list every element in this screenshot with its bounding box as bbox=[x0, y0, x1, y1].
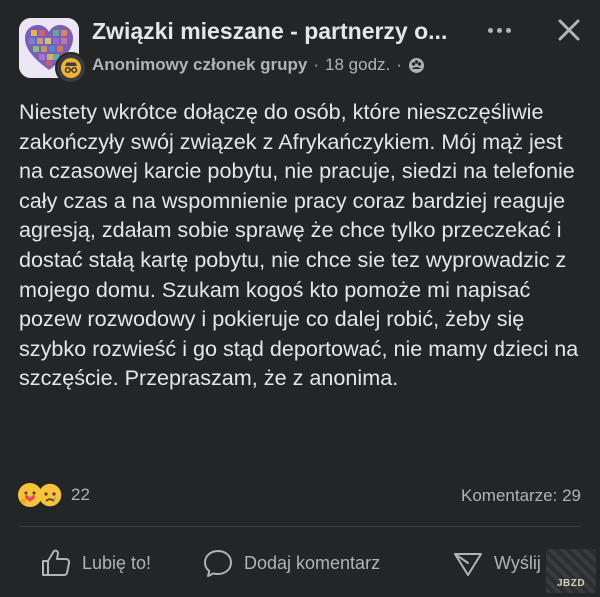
more-dot bbox=[487, 27, 493, 33]
watermark-text: JBZD bbox=[556, 578, 586, 589]
post-text: Niestety wkrótce dołączę do osób, które … bbox=[19, 99, 579, 391]
reactions-summary[interactable]: 22 bbox=[17, 482, 90, 508]
like-button[interactable]: Lubię to! bbox=[40, 548, 151, 578]
post-actions-bar: Lubię to! Dodaj komentarz Wyślij bbox=[0, 540, 600, 584]
close-button[interactable] bbox=[555, 16, 583, 44]
group-members-icon bbox=[408, 57, 425, 74]
author-name[interactable]: Anonimowy członek grupy bbox=[92, 55, 307, 75]
comment-label: Dodaj komentarz bbox=[244, 552, 381, 573]
post-meta: Anonimowy członek grupy · 18 godz. · bbox=[92, 55, 425, 75]
share-button[interactable]: Wyślij bbox=[452, 548, 541, 578]
more-dot bbox=[496, 27, 502, 33]
care-emoji-icon bbox=[17, 482, 43, 508]
share-label: Wyślij bbox=[494, 552, 541, 573]
like-label: Lubię to! bbox=[82, 552, 152, 573]
anonymous-member-icon bbox=[55, 52, 87, 84]
close-icon bbox=[558, 19, 580, 41]
more-options-button[interactable] bbox=[484, 20, 514, 40]
post-time[interactable]: 18 godz. bbox=[325, 55, 390, 75]
jbzd-watermark: JBZD bbox=[546, 549, 596, 593]
comment-button[interactable]: Dodaj komentarz bbox=[202, 548, 380, 578]
meta-separator-2: · bbox=[396, 55, 402, 74]
more-dot bbox=[505, 27, 511, 33]
send-icon bbox=[454, 553, 482, 576]
comment-icon bbox=[204, 550, 232, 577]
thumbs-up-icon bbox=[42, 549, 71, 576]
group-name[interactable]: Związki mieszane - partnerzy o... bbox=[92, 18, 447, 45]
reaction-count: 22 bbox=[71, 485, 90, 504]
comments-count[interactable]: Komentarze: 29 bbox=[461, 486, 581, 506]
actions-divider bbox=[19, 526, 581, 527]
meta-separator: · bbox=[313, 55, 320, 74]
post-header: Związki mieszane - partnerzy o... Anonim… bbox=[0, 0, 600, 90]
